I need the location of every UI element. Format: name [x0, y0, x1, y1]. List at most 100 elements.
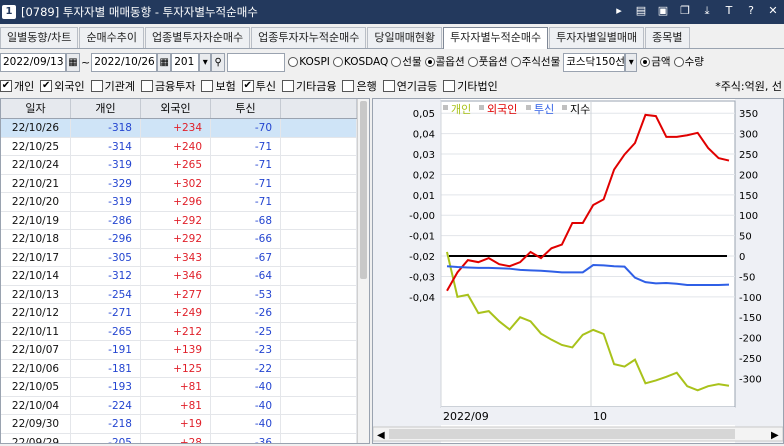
- table-row[interactable]: 22/10/17 -305 +343 -67: [1, 248, 369, 267]
- table-row[interactable]: 22/10/07 -191 +139 -23: [1, 341, 369, 360]
- checkbox-icon[interactable]: [141, 80, 153, 92]
- tab-1[interactable]: 순매수추이: [79, 27, 145, 48]
- count-input[interactable]: 201: [171, 52, 200, 72]
- checkbox-label: 보험: [215, 80, 236, 93]
- radio-icon[interactable]: [640, 56, 651, 67]
- right-tick-label: 150: [739, 191, 758, 202]
- table-row[interactable]: 22/10/26 -318 +234 -70: [1, 119, 369, 138]
- date-to-input[interactable]: 2022/10/26: [91, 52, 158, 72]
- tab-0[interactable]: 일별동향/차트: [0, 27, 79, 48]
- market-radio-0[interactable]: KOSPI: [288, 56, 330, 68]
- checkbox-icon[interactable]: [382, 80, 395, 92]
- market-radio-3[interactable]: 콜옵션: [424, 54, 465, 69]
- calendar-icon[interactable]: ▦: [66, 52, 80, 72]
- table-scrollbar[interactable]: [357, 99, 369, 443]
- date-from-input[interactable]: 2022/09/13: [0, 52, 66, 72]
- investor-check-0[interactable]: ✔ 개인: [0, 78, 34, 94]
- dropdown-icon[interactable]: ▾: [625, 52, 638, 72]
- market-radio-2[interactable]: 선물: [391, 54, 422, 69]
- radio-icon[interactable]: [332, 56, 343, 67]
- value-radio-0[interactable]: 금액: [640, 54, 671, 69]
- table-row[interactable]: 22/10/18 -296 +292 -66: [1, 230, 369, 249]
- menu-icon[interactable]: ▤: [634, 4, 648, 18]
- radio-icon[interactable]: [467, 56, 478, 67]
- table-row[interactable]: 22/10/20 -319 +296 -71: [1, 193, 369, 212]
- table-row[interactable]: 22/10/11 -265 +212 -25: [1, 322, 369, 341]
- radio-icon[interactable]: [673, 56, 684, 67]
- column-header[interactable]: [281, 99, 357, 118]
- column-header[interactable]: 개인: [71, 99, 141, 118]
- radio-icon[interactable]: [424, 56, 435, 67]
- investor-check-4[interactable]: 보험: [201, 78, 236, 94]
- tab-3[interactable]: 업종투자자누적순매수: [251, 27, 367, 48]
- calendar-icon[interactable]: ▦: [157, 52, 172, 72]
- play-icon[interactable]: ▸: [612, 4, 626, 18]
- column-header[interactable]: 투신: [211, 99, 281, 118]
- table-row[interactable]: 22/10/19 -286 +292 -68: [1, 211, 369, 230]
- table-row[interactable]: 22/10/12 -271 +249 -26: [1, 304, 369, 323]
- search-icon[interactable]: ⚲: [211, 52, 226, 72]
- tab-7[interactable]: 종목별: [645, 27, 690, 48]
- checkbox-icon[interactable]: [281, 80, 294, 92]
- dropdown-icon[interactable]: ▾: [199, 52, 212, 72]
- tab-2[interactable]: 업종별투자자순매수: [145, 27, 251, 48]
- table-cell: -22: [211, 359, 281, 377]
- help-icon[interactable]: ?: [744, 4, 758, 18]
- restore-icon[interactable]: ▣: [656, 4, 670, 18]
- table-cell: -296: [71, 230, 141, 248]
- checkbox-icon[interactable]: [443, 80, 456, 92]
- market-select[interactable]: 코스닥150선: [563, 52, 626, 72]
- pin-icon[interactable]: ⤓: [700, 4, 714, 18]
- copy-icon[interactable]: ❐: [678, 4, 692, 18]
- investor-check-6[interactable]: 기타금융: [281, 78, 337, 94]
- close-icon[interactable]: ✕: [766, 4, 780, 18]
- table-cell: [281, 267, 357, 285]
- font-icon[interactable]: T: [722, 4, 736, 18]
- table-cell: 22/09/30: [1, 415, 71, 433]
- tab-4[interactable]: 당일매매현황: [367, 27, 443, 48]
- table-row[interactable]: 22/10/04 -224 +81 -40: [1, 396, 369, 415]
- investor-check-1[interactable]: ✔ 외국인: [40, 78, 85, 94]
- checkbox-icon[interactable]: ✔: [0, 80, 12, 92]
- checkbox-label: 기타금융: [295, 80, 337, 93]
- scroll-thumb[interactable]: [360, 101, 367, 279]
- legend-marker: [443, 105, 448, 110]
- table-row[interactable]: 22/10/25 -314 +240 -71: [1, 137, 369, 156]
- table-row[interactable]: 22/09/29 -205 +28 -36: [1, 433, 369, 443]
- market-radio-1[interactable]: KOSDAQ: [332, 56, 388, 68]
- investor-check-8[interactable]: 연기금등: [382, 78, 437, 94]
- radio-icon[interactable]: [391, 56, 402, 67]
- market-radio-5[interactable]: 주식선물: [510, 54, 560, 69]
- column-header[interactable]: 외국인: [141, 99, 211, 118]
- table-row[interactable]: 22/10/06 -181 +125 -22: [1, 359, 369, 378]
- tab-5[interactable]: 투자자별누적순매수: [443, 27, 549, 49]
- checkbox-icon[interactable]: ✔: [40, 80, 53, 92]
- checkbox-icon[interactable]: [201, 80, 214, 92]
- column-header[interactable]: 일자: [1, 99, 71, 118]
- investor-check-3[interactable]: 금융투자: [141, 78, 195, 94]
- checkbox-icon[interactable]: [342, 80, 355, 92]
- value-radio-1[interactable]: 수량: [673, 54, 704, 69]
- investor-check-7[interactable]: 은행: [342, 78, 377, 94]
- checkbox-icon[interactable]: ✔: [241, 80, 254, 92]
- radio-icon[interactable]: [510, 56, 521, 67]
- right-tick-label: 250: [739, 150, 758, 161]
- table-cell: 22/10/24: [1, 156, 71, 174]
- table-row[interactable]: 22/09/30 -218 +19 -40: [1, 415, 369, 434]
- checkbox-icon[interactable]: [90, 80, 103, 92]
- table-row[interactable]: 22/10/14 -312 +346 -64: [1, 267, 369, 286]
- table-row[interactable]: 22/10/05 -193 +81 -40: [1, 378, 369, 397]
- table-row[interactable]: 22/10/13 -254 +277 -53: [1, 285, 369, 304]
- table-row[interactable]: 22/10/21 -329 +302 -71: [1, 174, 369, 193]
- tab-6[interactable]: 투자자별일별매매: [549, 27, 645, 48]
- code-input[interactable]: [227, 52, 286, 72]
- table-cell: +19: [141, 415, 211, 433]
- radio-icon[interactable]: [288, 56, 299, 67]
- investor-check-9[interactable]: 기타법인: [443, 78, 498, 94]
- market-radio-4[interactable]: 풋옵션: [467, 54, 508, 69]
- investor-check-5[interactable]: ✔ 투신: [241, 78, 276, 94]
- table-row[interactable]: 22/10/24 -319 +265 -71: [1, 156, 369, 175]
- table-cell: -71: [211, 193, 281, 211]
- investor-check-2[interactable]: 기관계: [90, 78, 135, 94]
- table-cell: +302: [141, 174, 211, 192]
